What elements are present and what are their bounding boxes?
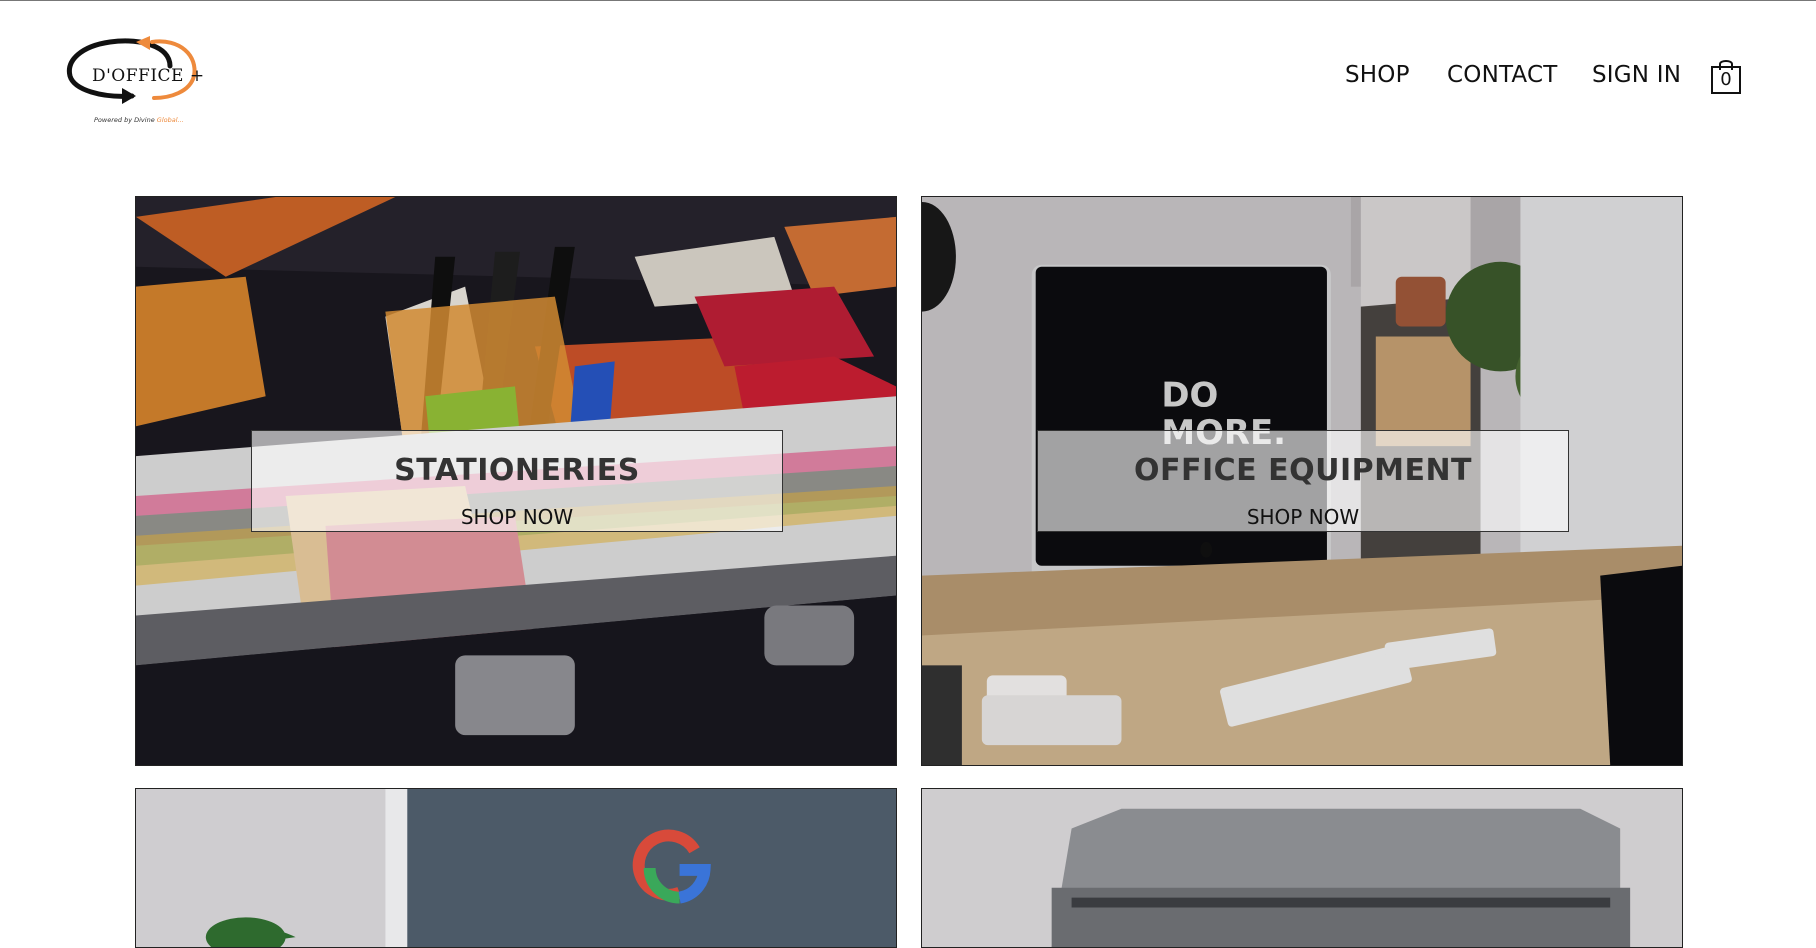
- brand-logo[interactable]: D'OFFICE + Powered by Divine Global...: [62, 32, 212, 132]
- category-card-office-equipment[interactable]: DO MORE. OFFICE EQUIPMENT SHOP NOW: [921, 196, 1683, 766]
- cart-button[interactable]: 0: [1711, 58, 1741, 94]
- category-card-stationeries[interactable]: STATIONERIES SHOP NOW: [135, 196, 897, 766]
- category-card-3[interactable]: [135, 788, 897, 948]
- category-overlay: OFFICE EQUIPMENT SHOP NOW: [1037, 430, 1569, 532]
- shop-now-link[interactable]: SHOP NOW: [252, 505, 782, 529]
- category-card-4[interactable]: [921, 788, 1683, 948]
- nav-sign-in[interactable]: SIGN IN: [1592, 62, 1681, 88]
- category-title: OFFICE EQUIPMENT: [1133, 453, 1473, 488]
- cart-count: 0: [1720, 69, 1732, 90]
- shop-now-link[interactable]: SHOP NOW: [1038, 505, 1568, 529]
- site-header: D'OFFICE + Powered by Divine Global... S…: [0, 0, 1816, 150]
- nav-contact[interactable]: CONTACT: [1447, 62, 1557, 88]
- tagline-prefix: Powered by Divine: [94, 116, 155, 124]
- logo-tagline: Powered by Divine Global...: [94, 116, 184, 124]
- category-overlay: STATIONERIES SHOP NOW: [251, 430, 783, 532]
- nav-shop[interactable]: SHOP: [1345, 62, 1410, 88]
- monitor-google-photo: [136, 789, 896, 947]
- category-title: STATIONERIES: [394, 453, 640, 488]
- tagline-highlight: Global...: [156, 116, 184, 124]
- printer-photo: [922, 789, 1682, 947]
- logo-wordmark: D'OFFICE +: [92, 66, 205, 86]
